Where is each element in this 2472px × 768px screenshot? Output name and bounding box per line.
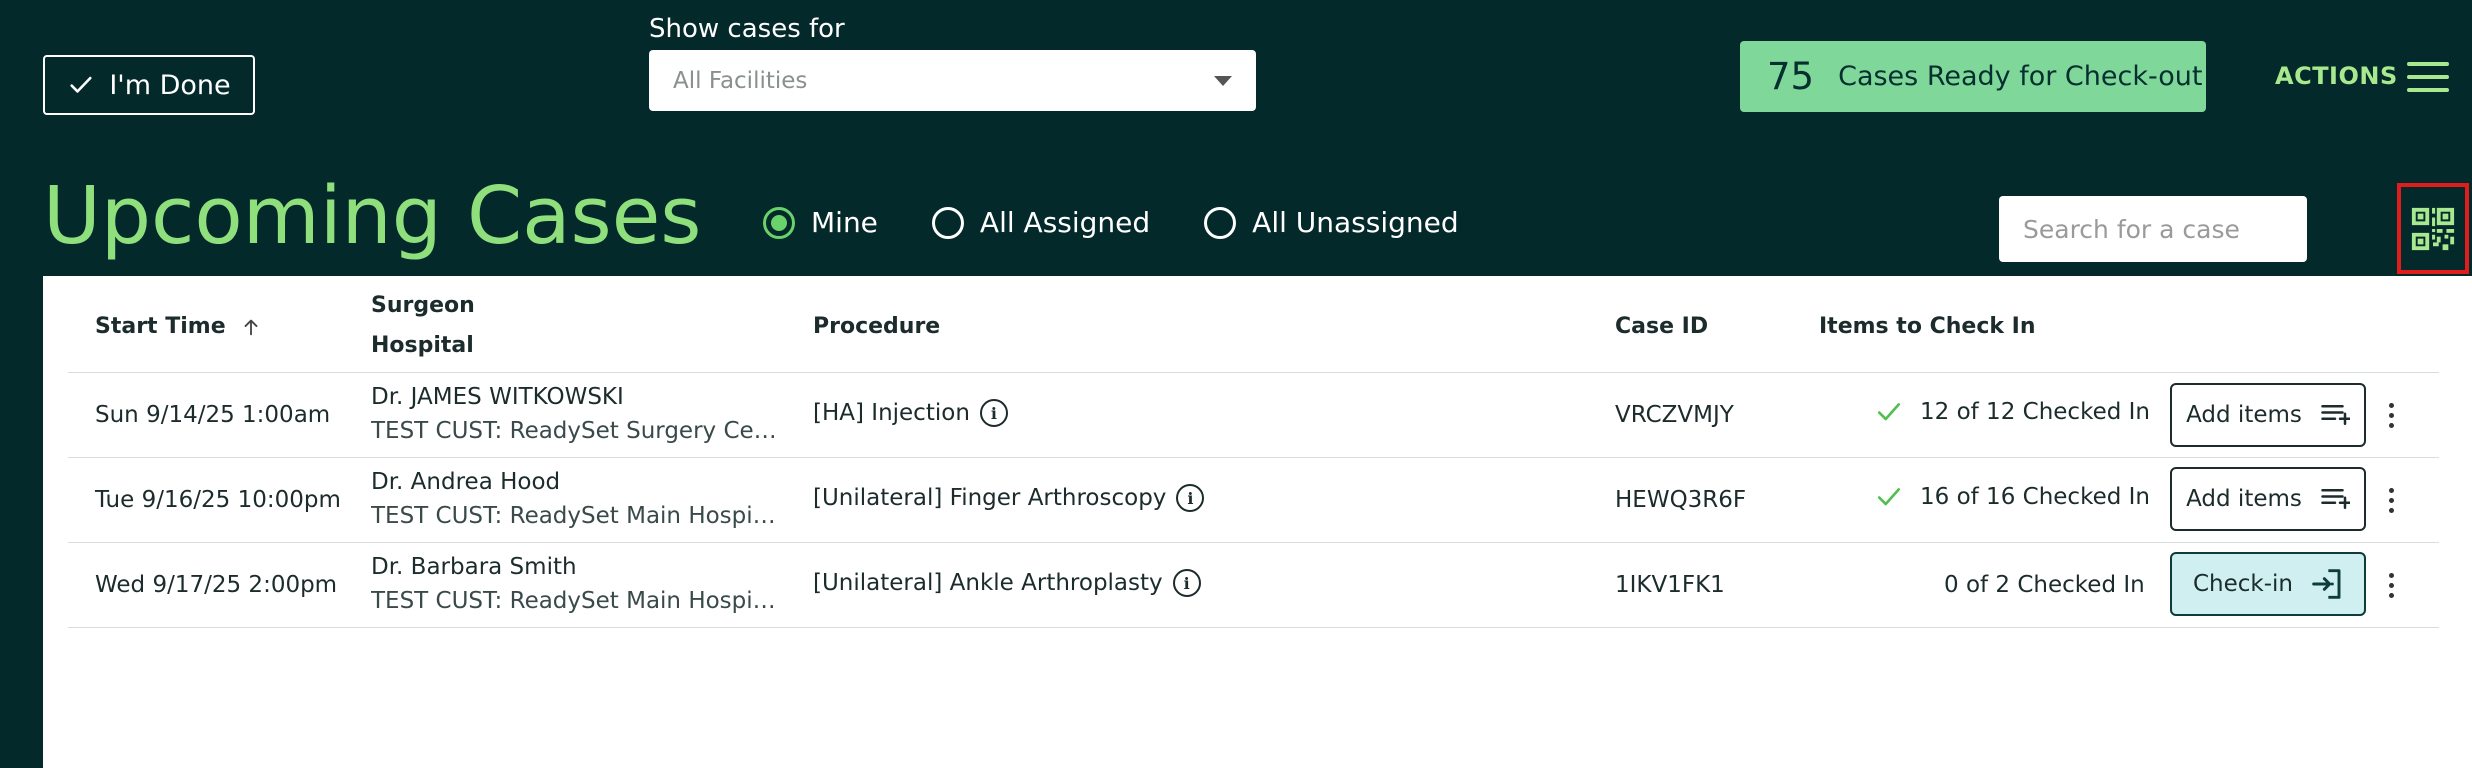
column-header-surgeon: Surgeon	[371, 293, 475, 318]
radio-checked-icon[interactable]	[763, 206, 795, 239]
row-items-status: 12 of 12 Checked In	[1876, 399, 2150, 425]
row-surgeon: Dr. Andrea Hood	[371, 469, 561, 495]
filter-all-unassigned[interactable]: All Unassigned	[1204, 206, 1459, 239]
button-label: Add items	[2186, 402, 2302, 428]
info-icon[interactable]: i	[1176, 484, 1205, 512]
row-items-status: 0 of 2 Checked In	[1944, 572, 2145, 598]
row-start-time: Tue 9/16/25 10:00pm	[95, 487, 341, 513]
more-options-icon[interactable]	[2387, 488, 2395, 513]
column-header-procedure: Procedure	[813, 314, 941, 339]
more-options-icon[interactable]	[2387, 573, 2395, 598]
column-header-hospital: Hospital	[371, 333, 474, 358]
actions-menu-label[interactable]: ACTIONS	[2275, 62, 2398, 90]
row-procedure: [Unilateral] Ankle Arthroplasty i	[813, 569, 1201, 597]
column-header-start-time[interactable]: Start Time	[95, 314, 262, 339]
row-items-status: 16 of 16 Checked In	[1876, 484, 2150, 510]
qr-code-icon	[2411, 207, 2455, 250]
column-header-case-id: Case ID	[1615, 314, 1709, 339]
row-procedure: [HA] Injection i	[813, 399, 1008, 427]
procedure-label: [Unilateral] Ankle Arthroplasty	[813, 570, 1163, 596]
column-header-items: Items to Check In	[1819, 314, 2036, 339]
row-hospital: TEST CUST: ReadySet Surgery Center	[371, 418, 781, 444]
info-icon[interactable]: i	[1172, 569, 1201, 597]
playlist-add-icon	[2321, 489, 2350, 509]
check-icon	[70, 76, 92, 93]
im-done-button[interactable]: I'm Done	[43, 55, 255, 115]
info-icon[interactable]: i	[979, 399, 1008, 427]
row-case-id: HEWQ3R6F	[1615, 487, 1747, 513]
divider	[68, 627, 2439, 628]
row-surgeon: Dr. JAMES WITKOWSKI	[371, 384, 624, 410]
items-count: 16 of 16 Checked In	[1920, 484, 2150, 510]
row-surgeon: Dr. Barbara Smith	[371, 554, 577, 580]
divider	[68, 457, 2439, 458]
door-enter-icon	[2312, 569, 2341, 599]
procedure-label: [HA] Injection	[813, 400, 970, 426]
filter-all-assigned[interactable]: All Assigned	[931, 206, 1151, 239]
ready-text: Cases Ready for Check-out	[1838, 61, 2203, 92]
filter-label: Mine	[811, 206, 878, 239]
page-title: Upcoming Cases	[43, 170, 702, 262]
check-in-button[interactable]: Check-in	[2170, 552, 2366, 616]
filter-mine[interactable]: Mine	[763, 206, 878, 239]
filter-label: All Assigned	[979, 206, 1151, 239]
chevron-down-icon	[1214, 75, 1232, 86]
divider	[68, 372, 2439, 373]
search-box	[1999, 196, 2340, 262]
radio-unchecked-icon[interactable]	[1204, 206, 1237, 239]
procedure-label: [Unilateral] Finger Arthroscopy	[813, 485, 1167, 511]
row-start-time: Sun 9/14/25 1:00am	[95, 402, 331, 428]
case-filter-radio-group: Mine All Assigned All Unassigned	[763, 206, 1459, 239]
check-icon	[1877, 488, 1901, 506]
row-case-id: 1IKV1FK1	[1615, 572, 1725, 598]
show-cases-label: Show cases for	[649, 14, 845, 44]
row-case-id: VRCZVMJY	[1615, 402, 1734, 428]
ready-for-checkout-badge[interactable]: 75 Cases Ready for Check-out	[1740, 41, 2206, 112]
row-start-time: Wed 9/17/25 2:00pm	[95, 572, 338, 598]
playlist-add-icon	[2321, 405, 2350, 425]
check-icon	[1877, 403, 1901, 421]
facility-select-value: All Facilities	[673, 67, 808, 94]
more-options-icon[interactable]	[2387, 403, 2395, 428]
search-input[interactable]	[2023, 214, 2340, 244]
row-procedure: [Unilateral] Finger Arthroscopy i	[813, 484, 1205, 512]
divider	[68, 542, 2439, 543]
im-done-label: I'm Done	[109, 69, 231, 101]
qr-scan-button[interactable]	[2397, 183, 2469, 274]
arrow-up-icon	[244, 319, 258, 335]
add-items-button[interactable]: Add items	[2170, 383, 2366, 447]
row-hospital: TEST CUST: ReadySet Main Hospital	[371, 503, 781, 529]
filter-label: All Unassigned	[1252, 206, 1459, 239]
button-label: Add items	[2186, 486, 2302, 512]
column-label: Start Time	[95, 314, 226, 339]
button-label: Check-in	[2192, 571, 2294, 597]
items-count: 12 of 12 Checked In	[1920, 399, 2150, 425]
radio-unchecked-icon[interactable]	[931, 206, 964, 239]
hamburger-menu-icon[interactable]	[2407, 62, 2449, 92]
add-items-button[interactable]: Add items	[2170, 467, 2366, 531]
facility-select[interactable]: All Facilities	[649, 50, 1256, 111]
row-hospital: TEST CUST: ReadySet Main Hospital	[371, 588, 781, 614]
ready-count: 75	[1767, 55, 1815, 98]
